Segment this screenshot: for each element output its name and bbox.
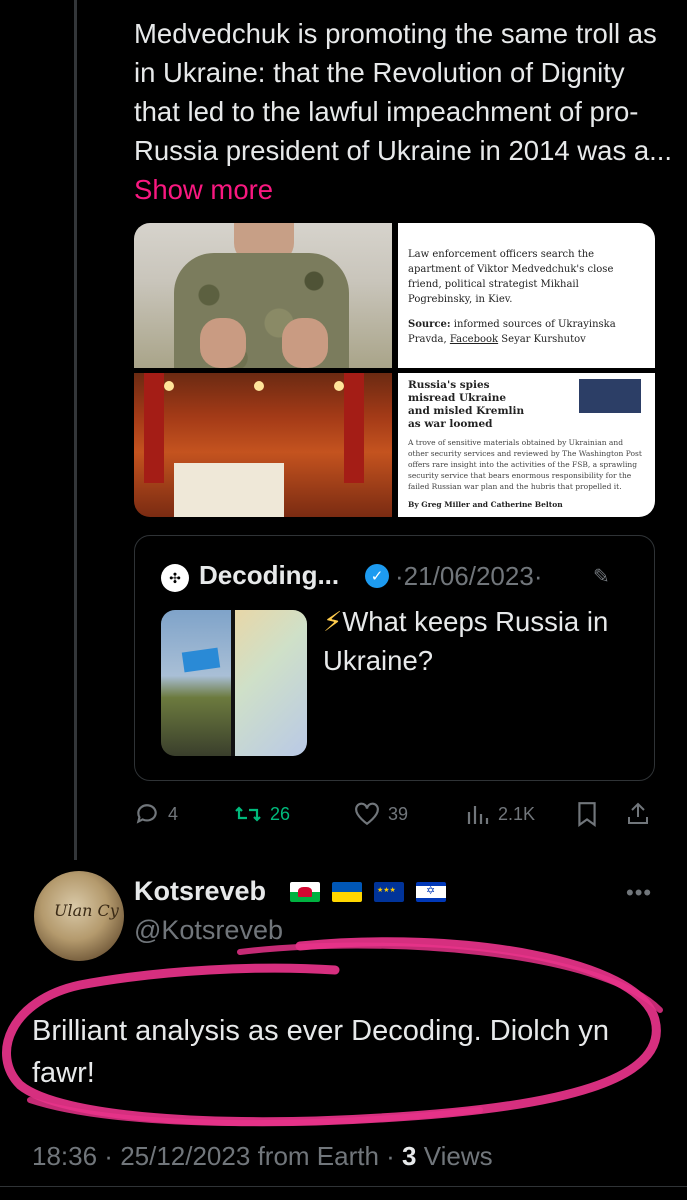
thumbnail-flag — [181, 647, 221, 673]
edited-pencil-icon: ✎ — [593, 566, 610, 588]
analytics-icon — [467, 806, 489, 824]
thread-line — [74, 0, 77, 860]
like-button[interactable]: 39 — [354, 796, 408, 832]
reply-count: 4 — [168, 803, 179, 824]
views-button[interactable]: 2.1K — [466, 796, 535, 832]
caption-text: Law enforcement officers search the apar… — [408, 249, 614, 305]
bookmark-icon — [578, 802, 596, 827]
post-action-bar: 4 26 39 2.1K — [134, 796, 664, 832]
photo-lamp — [164, 381, 174, 391]
reply-text: Brilliant analysis as ever Decoding. Dio… — [32, 1015, 610, 1089]
more-options-icon[interactable]: ••• — [626, 880, 652, 906]
reply-author-avatar[interactable]: Ulan Cy — [34, 871, 124, 961]
bookmark-button[interactable] — [576, 796, 598, 832]
caption-source: Source: informed sources of Ukrayinska P… — [408, 319, 616, 345]
israel-flag-icon — [416, 882, 446, 902]
photo-curtain — [344, 373, 364, 483]
reply-source: from Earth — [257, 1141, 379, 1171]
reply-icon — [136, 804, 157, 824]
profile-flags — [290, 882, 446, 902]
photo-hand-right — [282, 318, 328, 368]
reply-metadata: 18:36 · 25/12/2023 from Earth · 3 Views — [32, 1141, 493, 1171]
eu-flag-icon — [374, 882, 404, 902]
photo-hand-left — [200, 318, 246, 368]
divider — [0, 1186, 687, 1187]
show-more-link[interactable]: Show more — [134, 174, 273, 205]
photo-curtain — [144, 373, 164, 483]
article-byline: By Greg Miller and Catherine Belton — [408, 500, 563, 509]
photo-table — [174, 463, 284, 517]
photo-lamp — [254, 381, 264, 391]
lightning-icon: ⚡ — [323, 606, 343, 637]
reply-views-label: Views — [423, 1141, 493, 1171]
share-button[interactable] — [626, 796, 650, 832]
article-thumbnail — [579, 379, 641, 413]
quoted-author-avatar[interactable]: ✣ — [161, 564, 189, 592]
post-text: Medvedchuk is promoting the same troll a… — [134, 18, 673, 205]
ukraine-flag-icon — [332, 882, 362, 902]
article-headline: Russia's spies misread Ukraine and misle… — [408, 379, 525, 430]
media-photo-train-interior[interactable] — [134, 373, 392, 517]
reply-date[interactable]: 25/12/2023 — [120, 1141, 250, 1171]
quoted-post-thumbnail[interactable] — [161, 610, 307, 756]
media-grid[interactable]: Law enforcement officers search the apar… — [134, 223, 655, 517]
photo-lamp — [334, 381, 344, 391]
quoted-post-text: ⚡What keeps Russia in Ukraine? — [323, 606, 609, 676]
reply-views-count: 3 — [402, 1141, 417, 1171]
verified-badge-icon: ✓ — [365, 564, 389, 588]
reply-author-name[interactable]: Kotsreveb — [134, 876, 266, 907]
thumbnail-map — [235, 610, 307, 756]
reply-author-handle[interactable]: @Kotsreveb — [134, 915, 283, 946]
views-count: 2.1K — [498, 803, 536, 824]
media-article-caption[interactable]: Law enforcement officers search the apar… — [398, 223, 655, 368]
media-article-wapo[interactable]: Russia's spies misread Ukraine and misle… — [398, 373, 655, 517]
article-body: A trove of sensitive materials obtained … — [408, 438, 642, 491]
like-count: 39 — [388, 803, 409, 824]
repost-icon — [235, 806, 261, 822]
reply-button[interactable]: 4 — [134, 796, 178, 832]
reply-time[interactable]: 18:36 — [32, 1141, 97, 1171]
repost-count: 26 — [270, 803, 291, 824]
quoted-post-card[interactable]: ✣ Decoding... ✓ ·21/06/2023· ✎ ⚡What kee… — [134, 535, 655, 781]
heart-icon — [355, 802, 379, 826]
media-photo-soldier[interactable] — [134, 223, 392, 368]
quoted-author-name[interactable]: Decoding... — [199, 560, 339, 591]
repost-button[interactable]: 26 — [234, 796, 290, 832]
share-icon — [628, 802, 648, 824]
thumbnail-photo-field — [161, 610, 231, 756]
quoted-date: ·21/06/2023· — [395, 561, 543, 591]
wales-flag-icon — [290, 882, 320, 902]
